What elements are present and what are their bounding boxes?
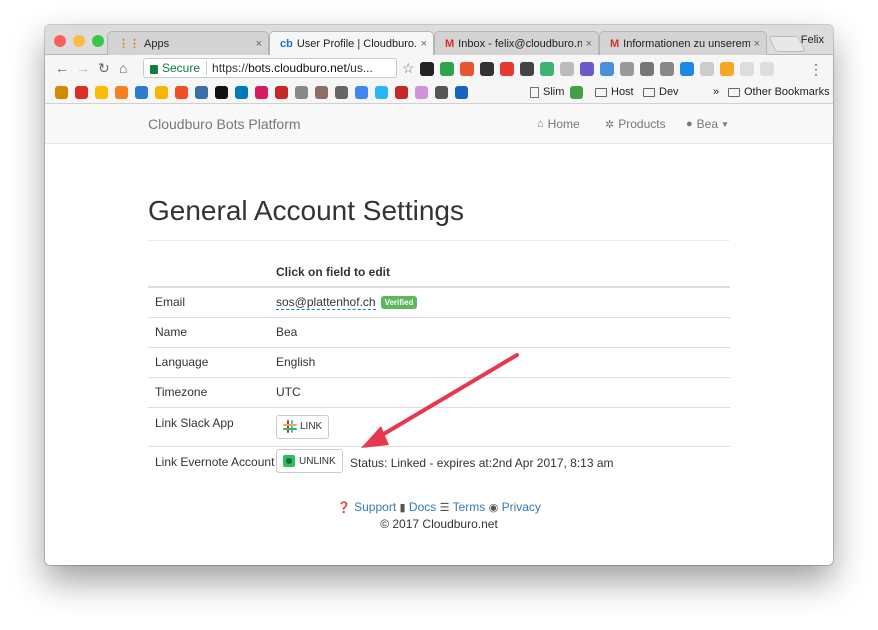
annotation-arrow: [361, 353, 519, 448]
browser-window: ⋮⋮ Apps × cb User Profile | Cloudburo.n …: [45, 25, 833, 565]
